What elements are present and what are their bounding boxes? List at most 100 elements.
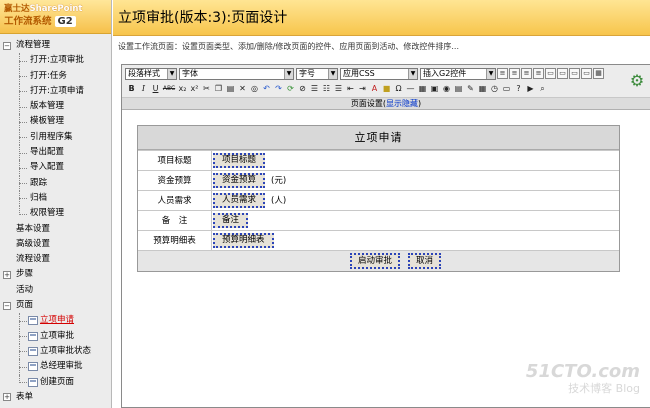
collapse-icon[interactable]: − (3, 301, 11, 310)
page-title: 立项审批(版本:3):页面设计 (113, 0, 650, 36)
start-approval-button[interactable]: 启动审批 (350, 253, 401, 269)
tree-page-request[interactable]: 立项申请 (0, 313, 111, 329)
redo-icon[interactable]: ↷ (273, 83, 284, 94)
align-right-icon[interactable]: ≡ (521, 68, 532, 79)
logo-en: SharePoint (29, 4, 83, 14)
symbol-icon[interactable]: Ω (393, 83, 404, 94)
align-center-icon[interactable]: ≡ (509, 68, 520, 79)
project-title-field[interactable]: 项目标题 (213, 153, 266, 168)
expand-icon[interactable]: + (3, 393, 11, 402)
strikethrough-button[interactable]: ABC (162, 83, 176, 94)
page-icon (28, 316, 38, 326)
form-row: 人员需求 人员需求 (人) (138, 190, 619, 210)
ordered-list-icon[interactable]: ☷ (321, 83, 332, 94)
page-settings-bar: 页面设置(显示隐藏) (122, 98, 650, 110)
time-icon[interactable]: ◷ (489, 83, 500, 94)
hr-icon[interactable]: — (405, 83, 416, 94)
form-row: 项目标题 项目标题 (138, 150, 619, 170)
logo: 赢士达SharePoint 工作流系统 G2 (0, 0, 111, 34)
tree-activities[interactable]: 活动 (0, 283, 111, 298)
help-icon[interactable]: ? (513, 83, 524, 94)
superscript-button[interactable]: x² (189, 83, 200, 94)
tree-open-request[interactable]: 打开:立项申请 (0, 83, 111, 100)
chevron-down-icon: ▼ (284, 69, 293, 79)
tree-create-page[interactable]: 创建页面 (0, 374, 111, 390)
show-hide-link[interactable]: 显示隐藏 (386, 99, 418, 108)
tree-pages[interactable]: − 页面 (0, 298, 111, 313)
tree-version-mgmt[interactable]: 版本管理 (0, 99, 111, 115)
tree-basic-settings[interactable]: 基本设置 (0, 222, 111, 237)
delete-icon[interactable]: ✕ (237, 83, 248, 94)
tree-steps[interactable]: + 步骤 (0, 267, 111, 282)
italic-button[interactable]: I (138, 83, 149, 94)
copy-icon[interactable]: ❐ (213, 83, 224, 94)
position-icon[interactable]: ▭ (557, 68, 568, 79)
indent-icon[interactable]: ⇥ (357, 83, 368, 94)
tree-flow-mgmt[interactable]: − 流程管理 (0, 38, 111, 53)
link-icon[interactable]: ⊘ (297, 83, 308, 94)
zoom-icon[interactable]: ⌕ (537, 83, 548, 94)
form-buttons-row: 启动审批 取消 (138, 250, 619, 271)
underline-button[interactable]: U (150, 83, 161, 94)
tree-page-approval[interactable]: 立项审批 (0, 328, 111, 344)
preview-icon[interactable]: ▶ (525, 83, 536, 94)
table-icon[interactable]: ▦ (417, 83, 428, 94)
unordered-list-icon[interactable]: ☰ (333, 83, 344, 94)
justify-icon[interactable]: ≡ (533, 68, 544, 79)
tree-import-config[interactable]: 导入配置 (0, 160, 111, 176)
undo-icon[interactable]: ↶ (261, 83, 272, 94)
bold-button[interactable]: B (126, 83, 137, 94)
frame-icon[interactable]: ▭ (569, 68, 580, 79)
html-editor[interactable]: 段落样式 ▼ 字体 ▼ 字号 ▼ 应用CSS ▼ 插入G2控件 ▼ ≡ ≡ ≡ ≡ ▭ ▭… (121, 64, 650, 408)
align-left-icon[interactable]: ≡ (497, 68, 508, 79)
date-icon[interactable]: ▦ (477, 83, 488, 94)
budget-field[interactable]: 资金预算 (213, 173, 266, 188)
tree-template-mgmt[interactable]: 模板管理 (0, 114, 111, 130)
tree-advanced-settings[interactable]: 高级设置 (0, 237, 111, 252)
special-char-icon[interactable]: ✎ (465, 83, 476, 94)
cancel-button[interactable]: 取消 (408, 253, 442, 269)
budget-detail-field[interactable]: 预算明细表 (213, 233, 274, 248)
flash-icon[interactable]: ◉ (441, 83, 452, 94)
tree-ref-assemblies[interactable]: 引用程序集 (0, 129, 111, 146)
tree-archive[interactable]: 归档 (0, 190, 111, 207)
refresh-icon[interactable]: ⟳ (285, 83, 296, 94)
cut-icon[interactable]: ✂ (201, 83, 212, 94)
bg-color-icon[interactable]: ■ (381, 83, 392, 94)
text-color-icon[interactable]: A (369, 83, 380, 94)
tree-open-task[interactable]: 打开:任务 (0, 68, 111, 84)
tree-open-project[interactable]: 打开:立项审批 (0, 53, 111, 69)
form-icon[interactable]: ▭ (501, 83, 512, 94)
border-icon[interactable]: ▭ (581, 68, 592, 79)
tree-page-gm-approval[interactable]: 总经理审批 (0, 359, 111, 375)
tree-flow-settings[interactable]: 流程设置 (0, 252, 111, 267)
expand-icon[interactable]: + (3, 270, 11, 279)
grid-icon[interactable]: ▦ (593, 68, 604, 79)
apply-css-select[interactable]: 应用CSS ▼ (340, 68, 418, 80)
font-select[interactable]: 字体 ▼ (179, 68, 294, 80)
media-icon[interactable]: ▤ (453, 83, 464, 94)
tree-page-approval-status[interactable]: 立项审批状态 (0, 343, 111, 360)
layer-icon[interactable]: ▭ (545, 68, 556, 79)
editor-toolbar: 段落样式 ▼ 字体 ▼ 字号 ▼ 应用CSS ▼ 插入G2控件 ▼ ≡ ≡ ≡ ≡ ▭ ▭… (122, 65, 650, 98)
unlink-icon[interactable]: ☰ (309, 83, 320, 94)
collapse-icon[interactable]: − (3, 41, 11, 50)
tree-forms[interactable]: + 表单 (0, 390, 111, 405)
paragraph-style-select[interactable]: 段落样式 ▼ (125, 68, 177, 80)
chevron-down-icon: ▼ (328, 69, 337, 79)
tree-permission[interactable]: 权限管理 (0, 206, 111, 221)
remarks-field[interactable]: 备注 (213, 213, 249, 228)
paste-icon[interactable]: ▤ (225, 83, 236, 94)
staff-field[interactable]: 人员需求 (213, 193, 266, 208)
insert-control-select[interactable]: 插入G2控件 ▼ (420, 68, 496, 80)
tree-export-config[interactable]: 导出配置 (0, 145, 111, 161)
outdent-icon[interactable]: ⇤ (345, 83, 356, 94)
logo-cn: 赢士达 (4, 4, 30, 14)
subscript-button[interactable]: x₂ (177, 83, 188, 94)
find-icon[interactable]: ◎ (249, 83, 260, 94)
page-icon (28, 331, 38, 341)
tree-trace[interactable]: 跟踪 (0, 175, 111, 191)
g2-control-icon[interactable]: ⚙ (627, 70, 647, 92)
image-icon[interactable]: ▣ (429, 83, 440, 94)
font-size-select[interactable]: 字号 ▼ (296, 68, 338, 80)
